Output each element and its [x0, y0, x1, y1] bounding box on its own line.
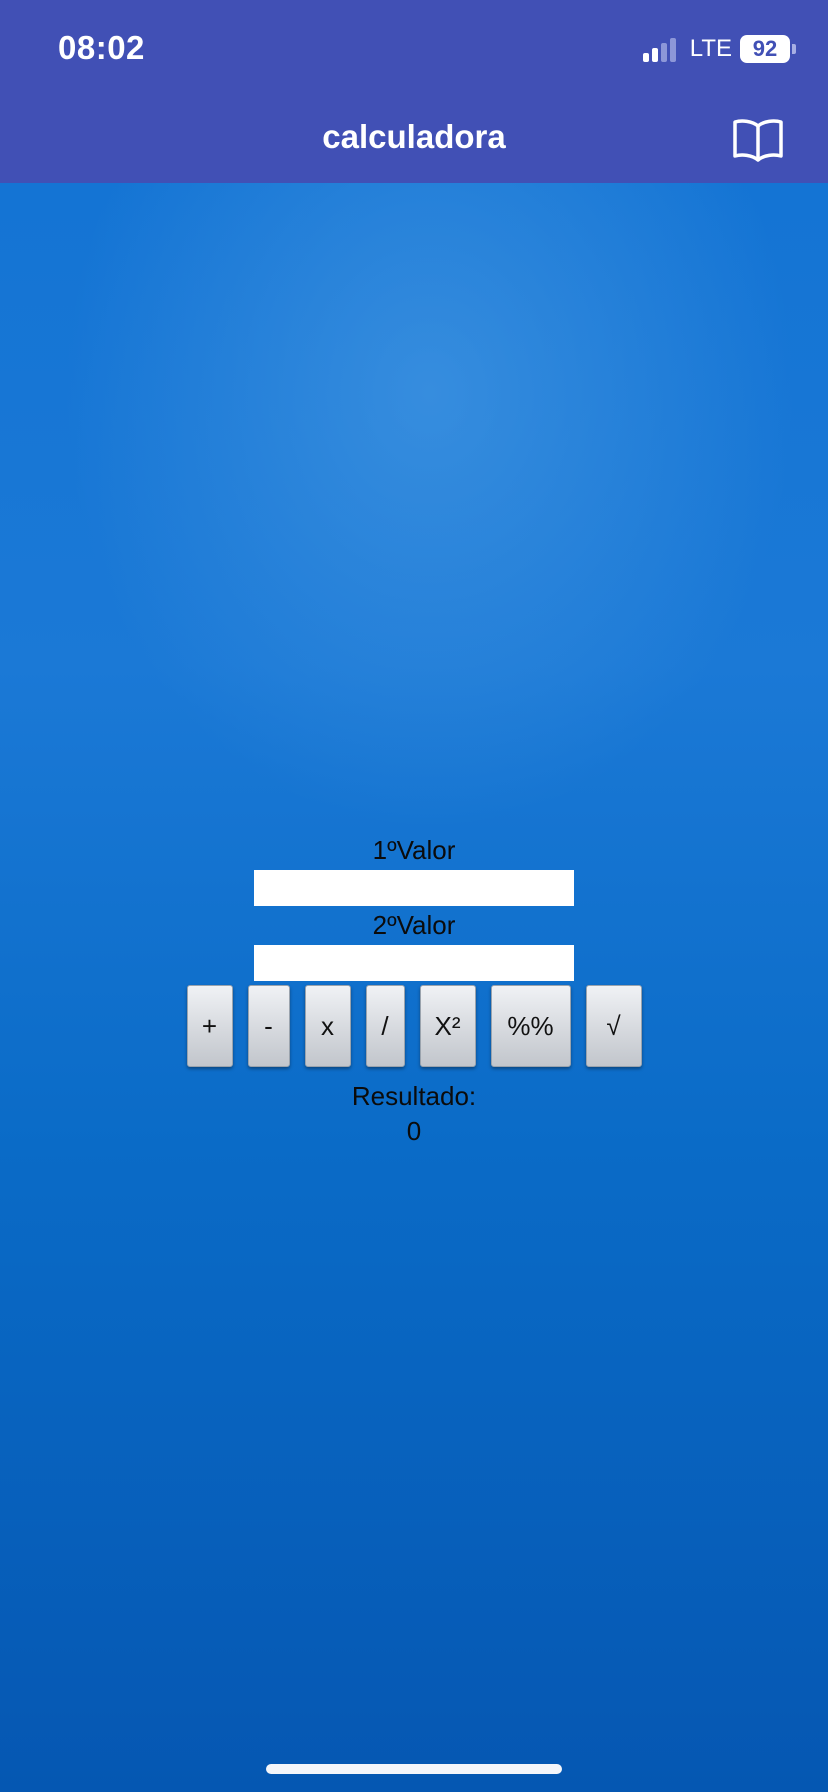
- calculator-form: 1ºValor 2ºValor + - x / X² %% √ Resultad…: [0, 835, 828, 1147]
- subtract-button[interactable]: -: [247, 985, 290, 1067]
- book-icon[interactable]: [732, 118, 784, 162]
- status-time: 08:02: [58, 29, 145, 66]
- percent-button[interactable]: %%: [490, 985, 571, 1067]
- battery-level: 92: [740, 35, 790, 63]
- first-value-input[interactable]: [254, 870, 574, 906]
- second-value-label: 2ºValor: [372, 910, 456, 940]
- operation-buttons: + - x / X² %% √: [0, 985, 828, 1067]
- battery-icon: 92: [740, 35, 796, 63]
- square-root-button[interactable]: √: [585, 985, 642, 1067]
- status-indicators: LTE 92: [642, 34, 796, 64]
- add-button[interactable]: +: [186, 985, 233, 1067]
- signal-icon: [642, 36, 676, 62]
- page-title: calculadora: [322, 118, 506, 155]
- result-label: Resultado:: [351, 1081, 477, 1111]
- multiply-button[interactable]: x: [304, 985, 351, 1067]
- home-indicator[interactable]: [266, 1764, 562, 1774]
- square-button[interactable]: X²: [419, 985, 476, 1067]
- divide-button[interactable]: /: [365, 985, 405, 1067]
- second-value-input[interactable]: [254, 945, 574, 981]
- first-value-label: 1ºValor: [372, 835, 456, 865]
- result-value: 0: [406, 1116, 422, 1146]
- app-header: 08:02 LTE 92 calculadora: [0, 0, 828, 183]
- network-type: LTE: [689, 35, 732, 62]
